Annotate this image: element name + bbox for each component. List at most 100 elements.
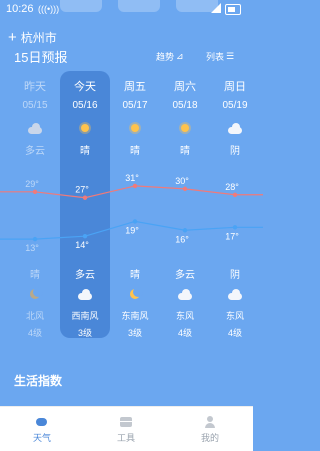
signal-icon [211,3,221,13]
night-column: 晴北风 4级 [10,266,60,338]
moon-icon [27,287,43,301]
low-temp-label: 19° [125,225,139,235]
low-temp-label: 16° [175,234,189,244]
low-temp-label: 14° [75,240,89,250]
profile-icon [203,416,217,428]
wind-level: 4级 [27,328,42,338]
trend-label: 趋势 [156,52,175,62]
day-weather: 晴 [130,146,140,157]
tools-icon [119,416,133,428]
nav-profile-label: 我的 [200,433,219,443]
moon-icon [127,287,143,301]
low-temp-label: 13° [25,243,39,253]
low-temp-point [32,236,38,242]
hotspot-icon: (((•))) [38,4,60,14]
notification-placeholder [118,0,160,12]
cloud-icon [27,121,43,135]
wind-direction: 北风 [25,311,44,321]
day-weather: 阴 [230,146,240,157]
list-view-button[interactable]: 列表 ☰ [206,50,234,63]
wind-direction: 西南风 [71,311,99,321]
high-temp-point [182,186,188,192]
list-icon: ☰ [226,51,235,61]
cloud-icon [227,287,243,301]
add-city-button[interactable]: + 杭州市 [8,29,57,46]
night-column: 多云西南风 3级 [60,266,110,338]
day-date: 05/18 [172,100,198,111]
day-date: 05/16 [72,100,98,111]
night-weather: 多云 [175,270,195,281]
night-column: 晴东南风 3级 [110,266,160,338]
life-index-title: 生活指数 [14,374,63,388]
high-temp-label: 29° [25,179,39,189]
low-temp-point [182,228,188,233]
day-date: 05/15 [22,100,48,111]
low-temp-label: 17° [225,231,239,241]
sun-icon [177,121,193,135]
wind-level: 4级 [227,328,242,338]
city-name: 杭州市 [20,31,57,45]
wind-level: 3级 [77,328,92,338]
temperature-chart: 29° 27° 31° 30° 28° 13° 14° 19° 16° 17° [0,173,263,253]
day-name: 周五 [124,81,146,93]
day-column[interactable]: 昨天 05/15 多云 [10,78,60,157]
weather-icon [35,416,49,428]
nav-weather-label: 天气 [32,433,51,443]
high-temp-label: 27° [75,185,89,195]
day-date: 05/19 [222,100,248,111]
trend-chart-icon: ⊿ [176,51,184,61]
day-name: 今天 [74,81,96,93]
wind-direction: 东南风 [121,311,149,321]
day-name: 昨天 [24,81,46,93]
day-weather: 多云 [25,146,45,157]
plus-icon: + [8,29,17,46]
nav-profile[interactable]: 我的 [168,407,252,451]
high-temp-point [232,192,238,197]
high-temp-label: 28° [225,182,239,192]
day-weather: 晴 [80,146,90,157]
night-weather: 晴 [30,270,40,281]
high-temp-label: 31° [125,173,139,183]
nav-tools-label: 工具 [116,433,135,443]
day-weather: 晴 [180,146,190,157]
night-column: 多云东风 4级 [160,266,210,338]
notification-placeholder [60,0,102,12]
wind-level: 4级 [177,328,192,338]
forecast-title: 15日预报 [14,50,68,65]
night-weather: 阴 [230,270,240,281]
night-weather: 晴 [130,270,140,281]
low-temp-point [82,233,88,239]
high-temp-line [0,185,263,199]
day-column[interactable]: 周五 05/17 晴 [110,78,160,157]
day-name: 周日 [224,81,246,93]
wind-direction: 东风 [175,311,194,321]
high-temp-label: 30° [175,176,189,186]
high-temp-point [132,183,138,189]
high-temp-point [32,189,38,195]
low-temp-point [232,225,238,230]
day-column[interactable]: 周六 05/18 晴 [160,78,210,157]
wind-direction: 东风 [225,311,244,321]
trend-view-button[interactable]: 趋势 ⊿ [156,50,184,63]
night-weather: 多云 [75,270,95,281]
status-bar: 10:26 (((•))) [0,0,253,18]
bottom-navigation: 天气 工具 我的 [0,406,253,451]
status-time: 10:26 [6,3,34,15]
day-date: 05/17 [122,100,148,111]
list-label: 列表 [206,52,225,62]
battery-icon [225,4,241,15]
day-column[interactable]: 今天 05/16 晴 [60,78,110,157]
night-column: 阴东风 4级 [210,266,260,338]
high-temp-point [82,195,88,200]
sun-icon [77,121,93,135]
day-name: 周六 [174,81,196,93]
day-column[interactable]: 周日 05/19 阴 [210,78,260,157]
nav-weather[interactable]: 天气 [0,407,84,451]
nav-tools[interactable]: 工具 [84,407,168,451]
wind-level: 3级 [127,328,142,338]
sun-icon [127,121,143,135]
cloud-icon [177,287,193,301]
cloud-icon [227,121,243,135]
cloud-icon [77,287,93,301]
low-temp-point [132,219,138,224]
